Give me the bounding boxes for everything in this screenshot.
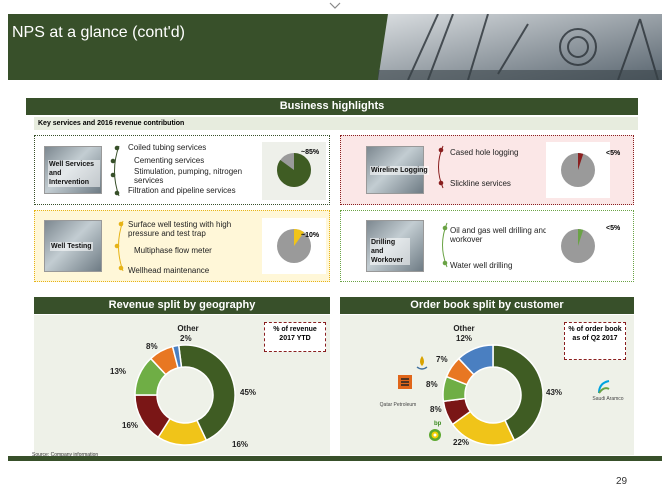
well-testing-label: Well Testing (50, 242, 93, 251)
page-title: NPS at a glance (cont'd) (12, 24, 185, 41)
drilling-bracket (442, 222, 448, 268)
revenue-slice-label: 16% (122, 421, 139, 430)
revenue-slice-label: 16% (232, 440, 249, 449)
bp-logo-icon (429, 429, 441, 441)
orderbook-slice-label: 22% (453, 438, 470, 447)
service-item: Surface well testing with high pressure … (128, 220, 232, 238)
key-services-subheader: Key services and 2016 revenue contributi… (34, 117, 638, 130)
well-testing-bracket (114, 220, 124, 272)
well-services-bracket (110, 145, 120, 197)
service-item: Water well drilling (450, 261, 513, 270)
drilling-label: Drilling and Workover (370, 238, 410, 265)
wireline-share-label: <5% (606, 150, 621, 157)
orderbook-donut-chart (442, 344, 544, 446)
wireline-label: Wireline Logging (370, 166, 429, 175)
bp-logo-text: bp (434, 421, 442, 427)
well-services-share-label: ~85% (301, 149, 320, 156)
revenue-slice-label: 45% (240, 388, 257, 397)
top-chevron-icon (329, 2, 341, 9)
wireline-share-pie (546, 142, 610, 198)
service-item: Filtration and pipeline services (128, 186, 236, 195)
revenue-header: Revenue split by geography (34, 297, 330, 314)
service-item: Oil and gas well drilling and workover (450, 226, 548, 244)
page-number: 29 (616, 476, 628, 487)
well-testing-share-label: ~10% (301, 232, 320, 239)
well-testing-share-pie (262, 218, 326, 274)
service-item: Coiled tubing services (128, 143, 207, 152)
saudi-aramco-logo-icon (598, 380, 610, 394)
drilling-share-label: <5% (606, 225, 621, 232)
orderbook-slice-label: 12% (456, 334, 473, 343)
revenue-donut-chart (134, 344, 236, 446)
revenue-callout: % of revenue 2017 YTD (264, 322, 326, 352)
company-logo-icon (398, 375, 412, 389)
wireline-bracket (438, 145, 444, 189)
orderbook-slice-label: 8% (430, 405, 442, 414)
service-item: Slickline services (450, 179, 511, 188)
revenue-other-label: Other (177, 324, 199, 333)
saudi-aramco-logo: Saudi Aramco (592, 396, 624, 402)
orderbook-other-label: Other (453, 324, 475, 333)
orderbook-slice-label: 8% (426, 380, 438, 389)
well-services-label: Well Services and Intervention (48, 160, 100, 187)
service-item: Multiphase flow meter (134, 246, 212, 255)
service-item: Stimulation, pumping, nitrogen services (134, 167, 243, 185)
oil-company-logo-icon (416, 356, 428, 370)
revenue-slice-label: 2% (180, 334, 192, 343)
source-note: Source: Company information (32, 452, 99, 458)
business-highlights-header: Business highlights (26, 98, 638, 115)
service-item: Wellhead maintenance (128, 266, 210, 275)
drilling-share-pie (546, 218, 610, 274)
banner-industrial-photo (378, 14, 662, 80)
service-item: Cementing services (134, 156, 205, 165)
orderbook-slice-label: 7% (436, 355, 448, 364)
revenue-slice-label: 8% (146, 342, 158, 351)
orderbook-header: Order book split by customer (340, 297, 634, 314)
orderbook-callout: % of order book as of Q2 2017 (564, 322, 626, 360)
revenue-slice-label: 13% (110, 367, 127, 376)
qatar-petroleum-logo: Qatar Petroleum (379, 402, 417, 408)
service-item: Cased hole logging (450, 148, 519, 157)
orderbook-slice-label: 43% (546, 388, 563, 397)
footer-bar (8, 456, 662, 461)
